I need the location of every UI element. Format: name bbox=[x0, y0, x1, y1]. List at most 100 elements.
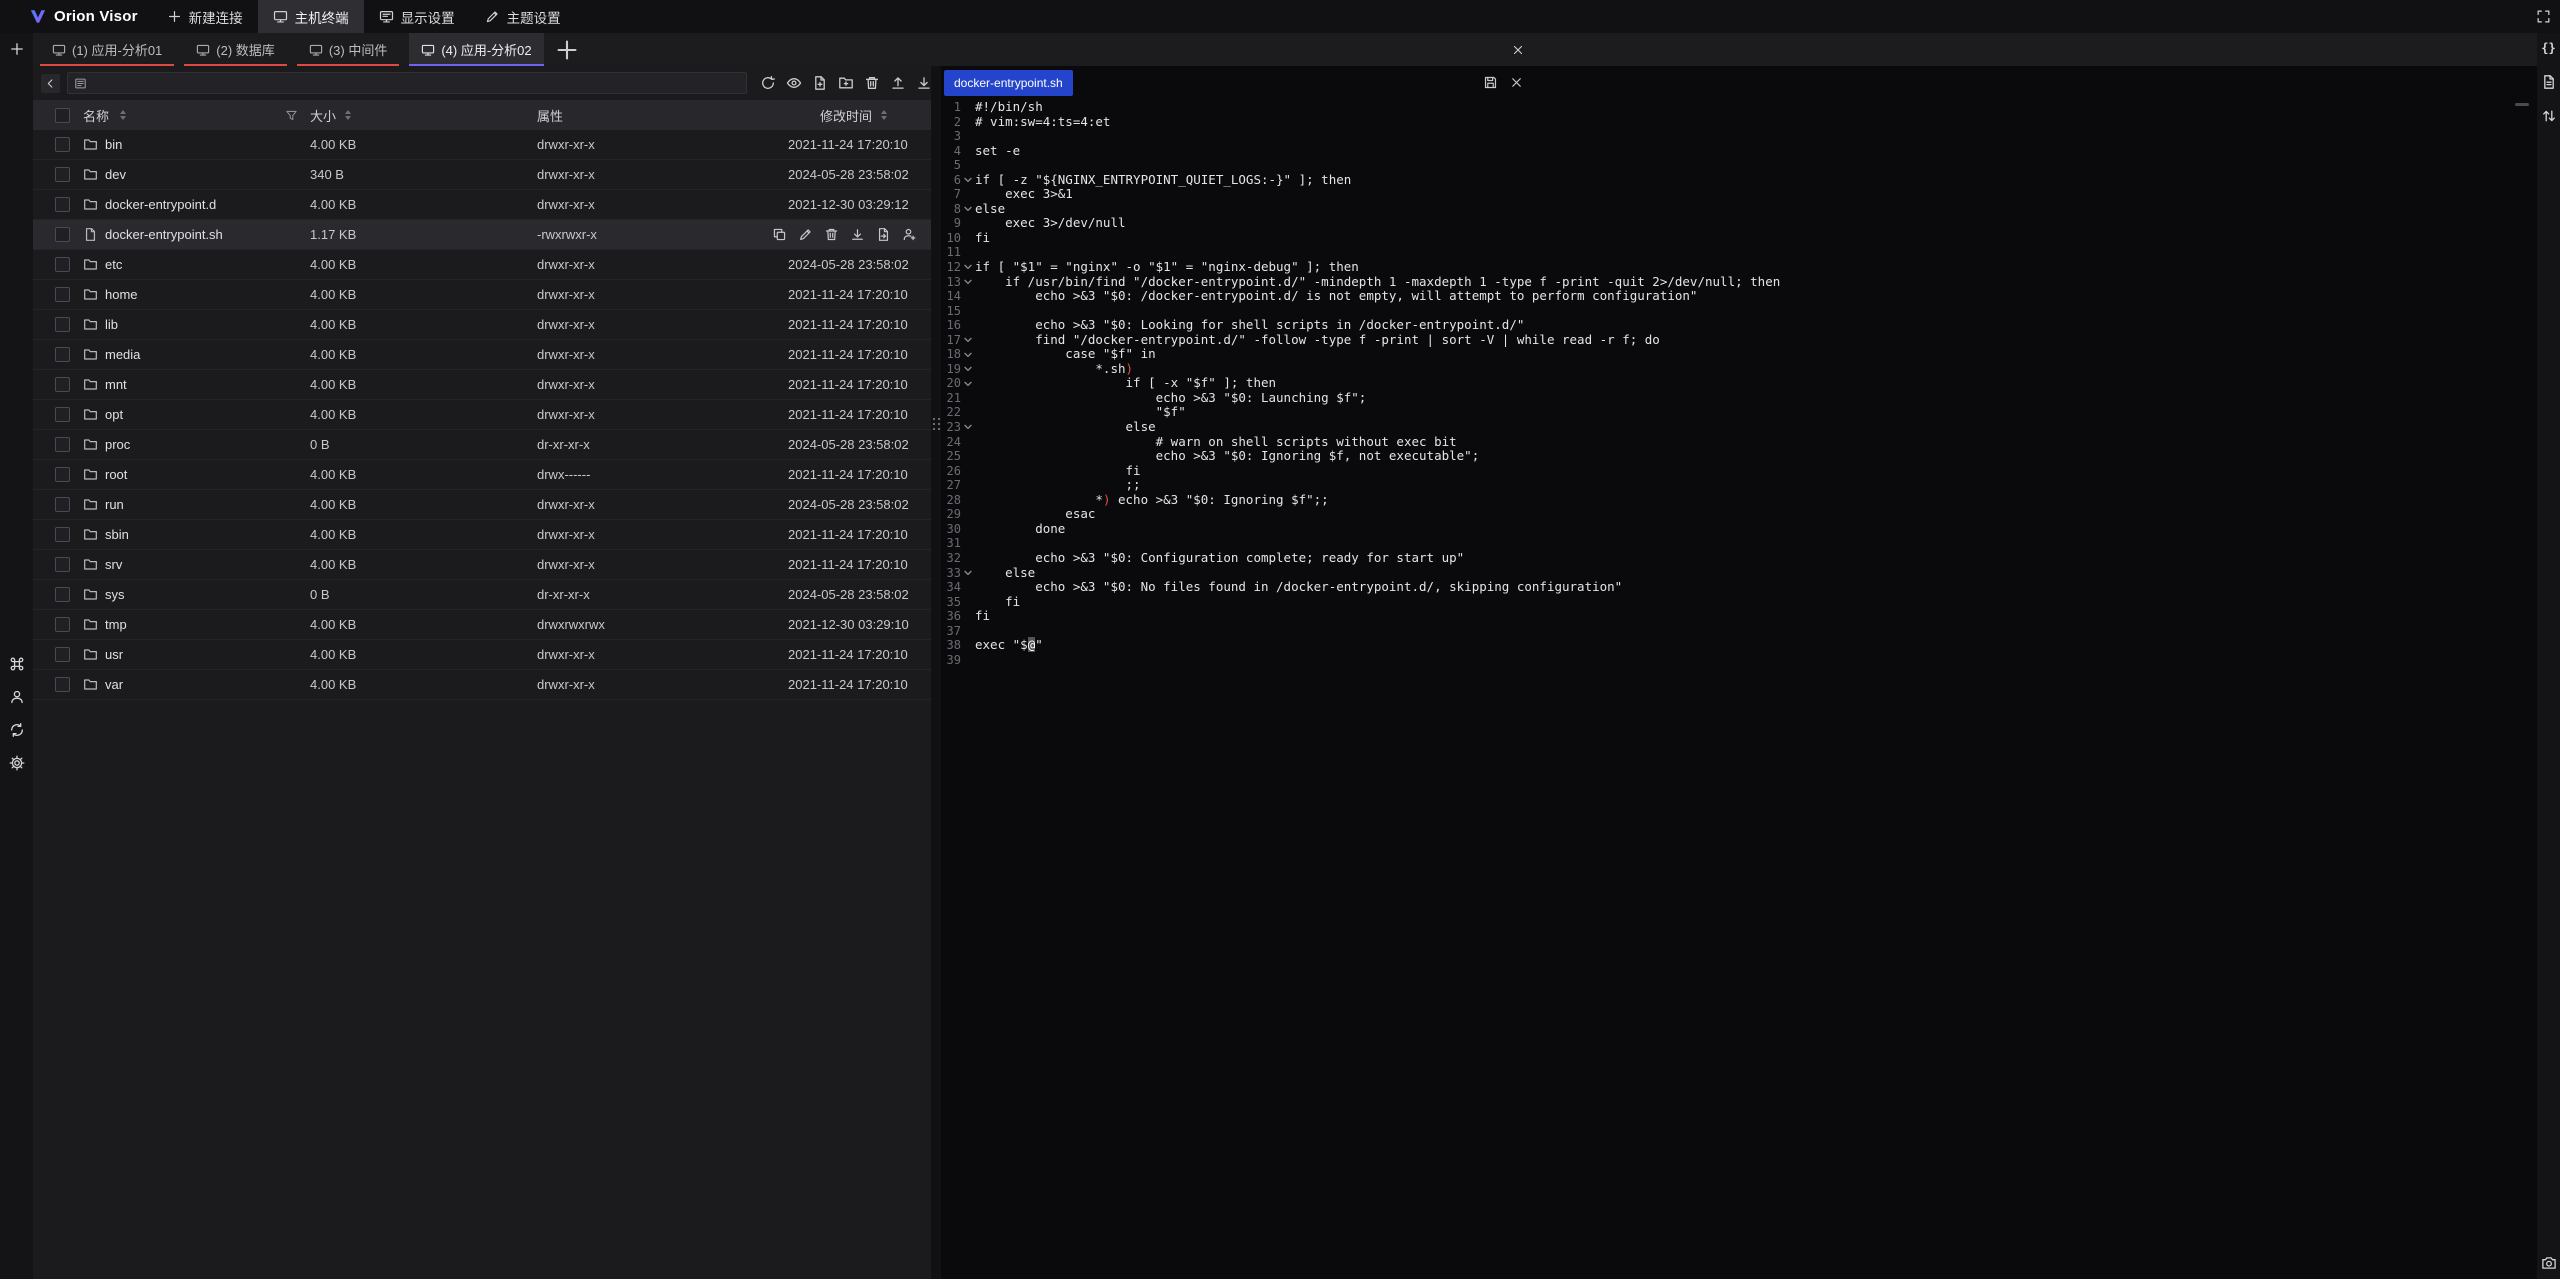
add-tab-button[interactable] bbox=[554, 37, 580, 63]
terminal-tab-4[interactable]: (4) 应用-分析02 bbox=[409, 33, 543, 66]
code-line-15[interactable]: 15 bbox=[941, 304, 2537, 319]
file-row-var[interactable]: var4.00 KBdrwxr-xr-x2021-11-24 17:20:10 bbox=[33, 670, 931, 700]
code-line-26[interactable]: 26 fi bbox=[941, 464, 2537, 479]
row-checkbox[interactable] bbox=[55, 197, 70, 212]
row-checkbox[interactable] bbox=[55, 437, 70, 452]
code-line-39[interactable]: 39 bbox=[941, 653, 2537, 668]
fold-chevron-icon[interactable] bbox=[961, 335, 975, 345]
create-file-button[interactable] bbox=[812, 75, 828, 91]
fold-chevron-icon[interactable] bbox=[961, 364, 975, 374]
row-checkbox[interactable] bbox=[55, 557, 70, 572]
row-checkbox[interactable] bbox=[55, 617, 70, 632]
permission-action-button[interactable] bbox=[902, 227, 917, 242]
close-editor-icon[interactable] bbox=[1509, 75, 1524, 90]
terminal-tab-3[interactable]: (3) 中间件 bbox=[297, 33, 400, 66]
code-line-23[interactable]: 23 else bbox=[941, 420, 2537, 435]
copy-action-button[interactable] bbox=[772, 227, 787, 242]
code-line-22[interactable]: 22 "$f" bbox=[941, 405, 2537, 420]
code-line-19[interactable]: 19 *.sh) bbox=[941, 362, 2537, 377]
row-checkbox[interactable] bbox=[55, 317, 70, 332]
filter-icon[interactable] bbox=[285, 109, 298, 122]
file-row-root[interactable]: root4.00 KBdrwx------2021-11-24 17:20:10 bbox=[33, 460, 931, 490]
fold-chevron-icon[interactable] bbox=[961, 175, 975, 185]
terminal-tab-1[interactable]: (1) 应用-分析01 bbox=[40, 33, 174, 66]
edit-action-button[interactable] bbox=[798, 227, 813, 242]
code-line-3[interactable]: 3 bbox=[941, 129, 2537, 144]
row-checkbox[interactable] bbox=[55, 347, 70, 362]
file-row-srv[interactable]: srv4.00 KBdrwxr-xr-x2021-11-24 17:20:10 bbox=[33, 550, 931, 580]
file-row-tmp[interactable]: tmp4.00 KBdrwxrwxrwx2021-12-30 03:29:10 bbox=[33, 610, 931, 640]
code-line-13[interactable]: 13 if /usr/bin/find "/docker-entrypoint.… bbox=[941, 275, 2537, 290]
create-folder-button[interactable] bbox=[838, 75, 854, 91]
code-line-37[interactable]: 37 bbox=[941, 624, 2537, 639]
code-line-20[interactable]: 20 if [ -x "$f" ]; then bbox=[941, 376, 2537, 391]
row-checkbox[interactable] bbox=[55, 227, 70, 242]
row-checkbox[interactable] bbox=[55, 527, 70, 542]
code-line-33[interactable]: 33 else bbox=[941, 566, 2537, 581]
sort-carets-icon[interactable] bbox=[345, 110, 351, 120]
menu-display-settings[interactable]: 显示设置 bbox=[364, 0, 470, 33]
row-checkbox[interactable] bbox=[55, 587, 70, 602]
fullscreen-icon[interactable] bbox=[2536, 9, 2551, 24]
code-line-2[interactable]: 2# vim:sw=4:ts=4:et bbox=[941, 115, 2537, 130]
editor-file-tab[interactable]: docker-entrypoint.sh bbox=[944, 70, 1073, 96]
delete-action-button[interactable] bbox=[824, 227, 839, 242]
code-line-14[interactable]: 14 echo >&3 "$0: /docker-entrypoint.d/ i… bbox=[941, 289, 2537, 304]
menu-host-terminal[interactable]: 主机终端 bbox=[258, 0, 364, 33]
shortcut-keys-button[interactable] bbox=[0, 654, 33, 674]
download-button[interactable] bbox=[916, 75, 932, 91]
code-line-24[interactable]: 24 # warn on shell scripts without exec … bbox=[941, 435, 2537, 450]
file-row-usr[interactable]: usr4.00 KBdrwxr-xr-x2021-11-24 17:20:10 bbox=[33, 640, 931, 670]
row-checkbox[interactable] bbox=[55, 287, 70, 302]
file-row-bin[interactable]: bin4.00 KBdrwxr-xr-x2021-11-24 17:20:10 bbox=[33, 130, 931, 160]
sort-carets-icon[interactable] bbox=[881, 110, 887, 120]
code-line-8[interactable]: 8else bbox=[941, 202, 2537, 217]
code-line-4[interactable]: 4set -e bbox=[941, 144, 2537, 159]
file-row-run[interactable]: run4.00 KBdrwxr-xr-x2024-05-28 23:58:02 bbox=[33, 490, 931, 520]
variables-button[interactable]: {} bbox=[2537, 38, 2560, 58]
transfer-list-button[interactable] bbox=[2537, 106, 2560, 126]
code-line-17[interactable]: 17 find "/docker-entrypoint.d/" -follow … bbox=[941, 333, 2537, 348]
row-checkbox[interactable] bbox=[55, 377, 70, 392]
file-row-proc[interactable]: proc0 Bdr-xr-xr-x2024-05-28 23:58:02 bbox=[33, 430, 931, 460]
sort-carets-icon[interactable] bbox=[120, 110, 126, 120]
row-checkbox[interactable] bbox=[55, 257, 70, 272]
row-checkbox[interactable] bbox=[55, 167, 70, 182]
fold-chevron-icon[interactable] bbox=[961, 204, 975, 214]
row-checkbox[interactable] bbox=[55, 677, 70, 692]
sync-button[interactable] bbox=[0, 720, 33, 740]
file-row-opt[interactable]: opt4.00 KBdrwxr-xr-x2021-11-24 17:20:10 bbox=[33, 400, 931, 430]
download-action-button[interactable] bbox=[850, 227, 865, 242]
code-line-25[interactable]: 25 echo >&3 "$0: Ignoring $f, not execut… bbox=[941, 449, 2537, 464]
code-line-10[interactable]: 10fi bbox=[941, 231, 2537, 246]
code-line-1[interactable]: 1#!/bin/sh bbox=[941, 100, 2537, 115]
file-row-docker-entrypoint.sh[interactable]: docker-entrypoint.sh1.17 KB-rwxrwxr-x bbox=[33, 220, 931, 250]
code-line-7[interactable]: 7 exec 3>&1 bbox=[941, 187, 2537, 202]
terminal-tab-2[interactable]: (2) 数据库 bbox=[184, 33, 287, 66]
menu-theme-settings[interactable]: 主题设置 bbox=[470, 0, 576, 33]
back-button[interactable] bbox=[41, 74, 60, 93]
code-line-35[interactable]: 35 fi bbox=[941, 595, 2537, 610]
new-tab-button[interactable] bbox=[0, 39, 33, 59]
code-line-16[interactable]: 16 echo >&3 "$0: Looking for shell scrip… bbox=[941, 318, 2537, 333]
upload-button[interactable] bbox=[890, 75, 906, 91]
code-line-27[interactable]: 27 ;; bbox=[941, 478, 2537, 493]
user-info-button[interactable] bbox=[0, 687, 33, 707]
move-action-button[interactable] bbox=[876, 227, 891, 242]
code-line-9[interactable]: 9 exec 3>/dev/null bbox=[941, 216, 2537, 231]
file-manager-button[interactable] bbox=[2537, 72, 2560, 92]
select-all-checkbox[interactable] bbox=[55, 108, 70, 123]
path-input[interactable] bbox=[93, 75, 740, 91]
fold-chevron-icon[interactable] bbox=[961, 350, 975, 360]
code-line-34[interactable]: 34 echo >&3 "$0: No files found in /dock… bbox=[941, 580, 2537, 595]
close-panel-button[interactable] bbox=[1511, 33, 1525, 66]
save-icon[interactable] bbox=[1483, 75, 1498, 90]
file-row-lib[interactable]: lib4.00 KBdrwxr-xr-x2021-11-24 17:20:10 bbox=[33, 310, 931, 340]
screenshot-button[interactable] bbox=[2537, 1253, 2560, 1273]
row-checkbox[interactable] bbox=[55, 647, 70, 662]
code-line-31[interactable]: 31 bbox=[941, 536, 2537, 551]
brand[interactable]: Orion Visor bbox=[30, 8, 138, 25]
code-line-5[interactable]: 5 bbox=[941, 158, 2537, 173]
code-line-36[interactable]: 36fi bbox=[941, 609, 2537, 624]
file-row-sys[interactable]: sys0 Bdr-xr-xr-x2024-05-28 23:58:02 bbox=[33, 580, 931, 610]
